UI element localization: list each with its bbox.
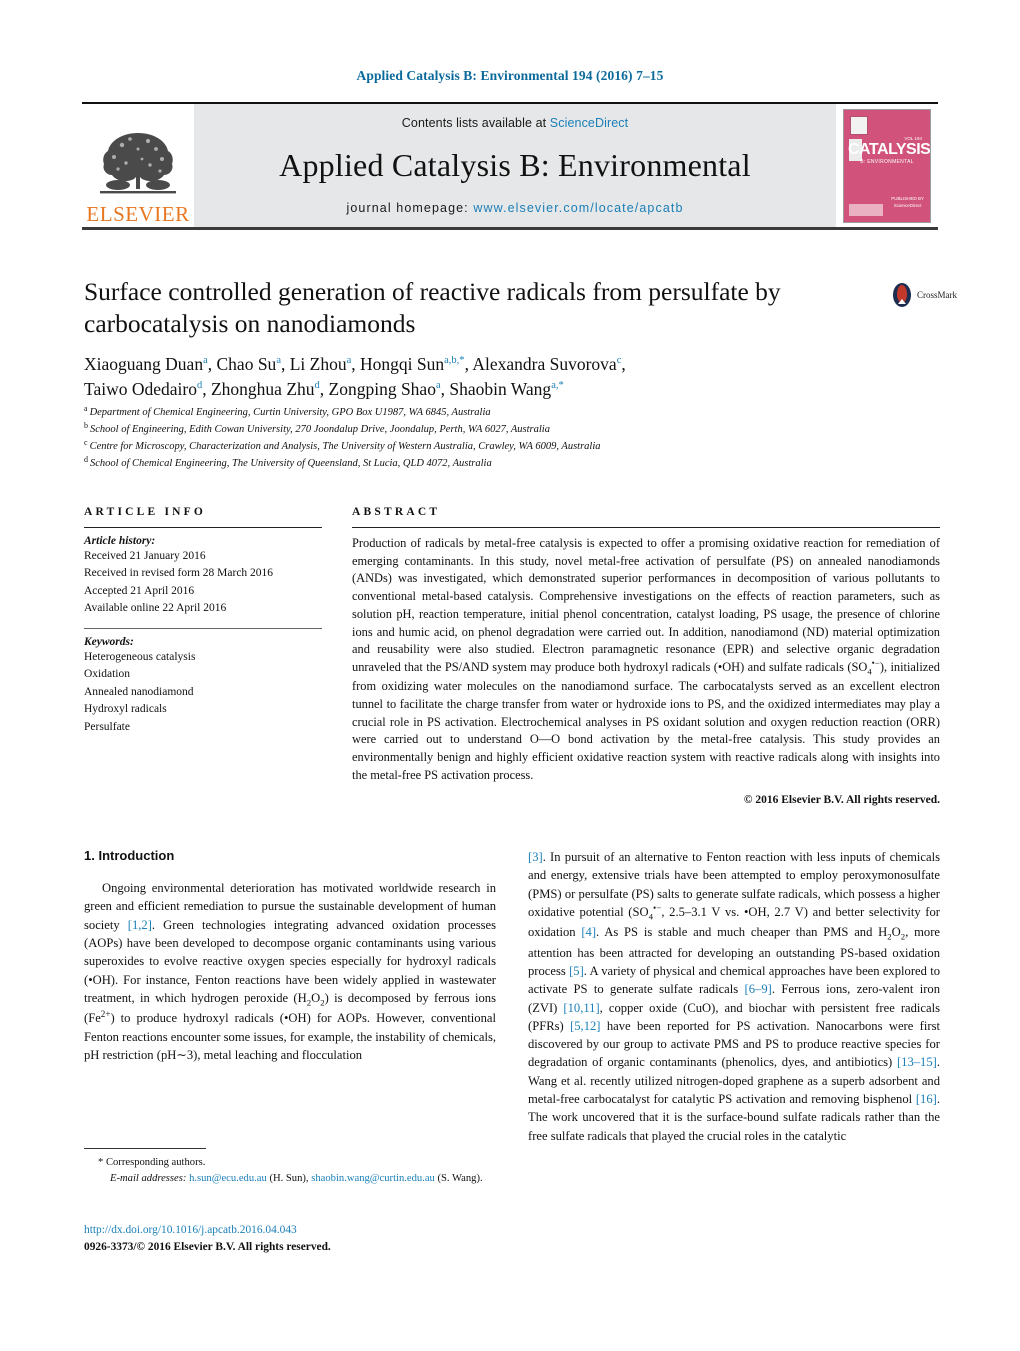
corresponding-authors-note: * Corresponding authors. xyxy=(98,1157,206,1168)
abstract-text: Production of radicals by metal-free cat… xyxy=(352,535,940,784)
elsevier-tree-icon xyxy=(100,133,176,194)
doi-link[interactable]: http://dx.doi.org/10.1016/j.apcatb.2016.… xyxy=(84,1222,514,1239)
crossmark-label: CrossMark xyxy=(917,290,957,300)
affiliation-text: School of Engineering, Edith Cowan Unive… xyxy=(90,424,550,435)
copyright-line: © 2016 Elsevier B.V. All rights reserved… xyxy=(743,794,940,807)
article-page: Applied Catalysis B: Environmental 194 (… xyxy=(0,0,1020,1351)
history-item: Accepted 21 April 2016 xyxy=(84,584,195,597)
affiliation-text: School of Chemical Engineering, The Univ… xyxy=(90,458,492,469)
email-owner-wang: (S. Wang). xyxy=(437,1172,483,1184)
cover-artwork: VOL 194 CATALYSIS B: ENVIRONMENTAL PUBLI… xyxy=(843,108,931,223)
affiliation-text: Centre for Microscopy, Characterization … xyxy=(89,441,601,452)
keyword-item: Oxidation xyxy=(84,668,130,681)
divider xyxy=(352,527,940,528)
affiliation-item: d School of Chemical Engineering, The Uni… xyxy=(84,455,914,472)
journal-masthead: ELSEVIER Contents lists available at Sci… xyxy=(82,102,938,230)
abstract-heading: ABSTRACT xyxy=(352,506,441,518)
history-item: Received 21 January 2016 xyxy=(84,550,206,562)
running-head: Applied Catalysis B: Environmental 194 (… xyxy=(356,68,664,83)
email-link-sun[interactable]: h.sun@ecu.edu.au xyxy=(189,1173,267,1184)
section-heading-introduction: 1. Introduction xyxy=(84,848,175,863)
author-line-2: Taiwo Odedairod, Zhonghua Zhud, Zongping… xyxy=(84,378,564,399)
contents-prefix: Contents lists available at xyxy=(401,116,550,130)
affiliation-list: a Department of Chemical Engineering, Cur… xyxy=(84,404,914,472)
cover-elsevier-mark-icon xyxy=(850,115,868,135)
issn-copyright-line: 0926-3373/© 2016 Elsevier B.V. All right… xyxy=(84,1240,331,1253)
journal-cover-thumbnail: VOL 194 CATALYSIS B: ENVIRONMENTAL PUBLI… xyxy=(836,104,938,227)
page-title: Surface controlled generation of reactiv… xyxy=(84,277,781,339)
keyword-item: Heterogeneous catalysis xyxy=(84,650,196,663)
journal-title: Applied Catalysis B: Environmental xyxy=(279,147,751,183)
email-link-wang[interactable]: shaobin.wang@curtin.edu.au xyxy=(311,1173,435,1184)
divider xyxy=(84,527,322,528)
body-columns: 1. Introduction Ongoing environmental de… xyxy=(84,848,940,1145)
body-right-column: [3]. In pursuit of an alternative to Fen… xyxy=(528,848,940,1145)
email-owner-sun: (H. Sun), xyxy=(269,1172,309,1184)
contents-available-line: Contents lists available at ScienceDirec… xyxy=(402,116,628,130)
sciencedirect-link[interactable]: ScienceDirect xyxy=(550,116,628,130)
affiliation-item: c Centre for Microscopy, Characterization… xyxy=(84,438,914,455)
affiliation-marker: a xyxy=(84,403,88,413)
keyword-item: Persulfate xyxy=(84,720,130,733)
journal-homepage-url[interactable]: www.elsevier.com/locate/apcatb xyxy=(473,201,683,215)
divider xyxy=(84,627,322,629)
crossmark-badge[interactable]: CrossMark xyxy=(886,282,960,308)
abstract-column: ABSTRACT Production of radicals by metal… xyxy=(352,506,940,806)
homepage-prefix: journal homepage: xyxy=(346,201,474,215)
intro-paragraph-right: [3]. In pursuit of an alternative to Fen… xyxy=(528,850,940,1143)
keyword-item: Hydroxyl radicals xyxy=(84,703,167,716)
author-list: Xiaoguang Duana, Chao Sua, Li Zhoua, Hon… xyxy=(84,352,914,402)
affiliation-marker: d xyxy=(84,454,88,464)
masthead-center: Contents lists available at ScienceDirec… xyxy=(194,104,836,227)
cover-footer-panel xyxy=(849,203,883,216)
cover-publisher-brand: ScienceDirect xyxy=(893,202,922,208)
cover-subtitle: B: ENVIRONMENTAL xyxy=(860,158,914,165)
journal-homepage-line: journal homepage: www.elsevier.com/locat… xyxy=(347,201,684,215)
doi-block: http://dx.doi.org/10.1016/j.apcatb.2016.… xyxy=(84,1222,514,1255)
email-addresses-note: E-mail addresses: h.sun@ecu.edu.au (H. S… xyxy=(84,1171,496,1187)
cover-publisher-label: PUBLISHED BY xyxy=(891,196,924,201)
history-item: Received in revised form 28 March 2016 xyxy=(84,567,274,580)
author-line-1: Xiaoguang Duana, Chao Sua, Li Zhoua, Hon… xyxy=(84,354,626,374)
affiliation-item: a Department of Chemical Engineering, Cur… xyxy=(84,404,914,421)
elsevier-logo: ELSEVIER xyxy=(82,104,194,227)
abstract-paragraph: Production of radicals by metal-free cat… xyxy=(352,536,940,782)
intro-paragraph-left: Ongoing environmental deterioration has … xyxy=(84,881,497,1062)
affiliation-marker: b xyxy=(84,420,88,430)
email-label: E-mail addresses: xyxy=(110,1172,187,1184)
footnote-block: * Corresponding authors. E-mail addresse… xyxy=(84,1148,496,1186)
cover-title: CATALYSIS xyxy=(848,140,931,158)
elsevier-wordmark: ELSEVIER xyxy=(86,202,190,226)
body-left-column: 1. Introduction Ongoing environmental de… xyxy=(84,848,496,1145)
article-info-heading: ARTICLE INFO xyxy=(84,506,207,518)
keyword-item: Annealed nanodiamond xyxy=(84,685,194,698)
affiliation-marker: c xyxy=(84,437,88,447)
keywords-label: Keywords: xyxy=(84,635,134,648)
crossmark-icon xyxy=(893,283,911,307)
history-item: Available online 22 April 2016 xyxy=(84,602,227,615)
affiliation-item: b School of Engineering, Edith Cowan Univ… xyxy=(84,421,914,438)
info-abstract-row: ARTICLE INFO Article history: Received 2… xyxy=(84,506,940,806)
cover-publisher-credit: PUBLISHED BY ScienceDirect xyxy=(891,196,924,210)
affiliation-text: Department of Chemical Engineering, Curt… xyxy=(89,407,491,418)
article-info-column: ARTICLE INFO Article history: Received 2… xyxy=(84,506,322,806)
footnote-divider xyxy=(84,1148,206,1149)
title-block: Surface controlled generation of reactiv… xyxy=(84,276,874,340)
article-history-label: Article history: xyxy=(84,535,156,547)
